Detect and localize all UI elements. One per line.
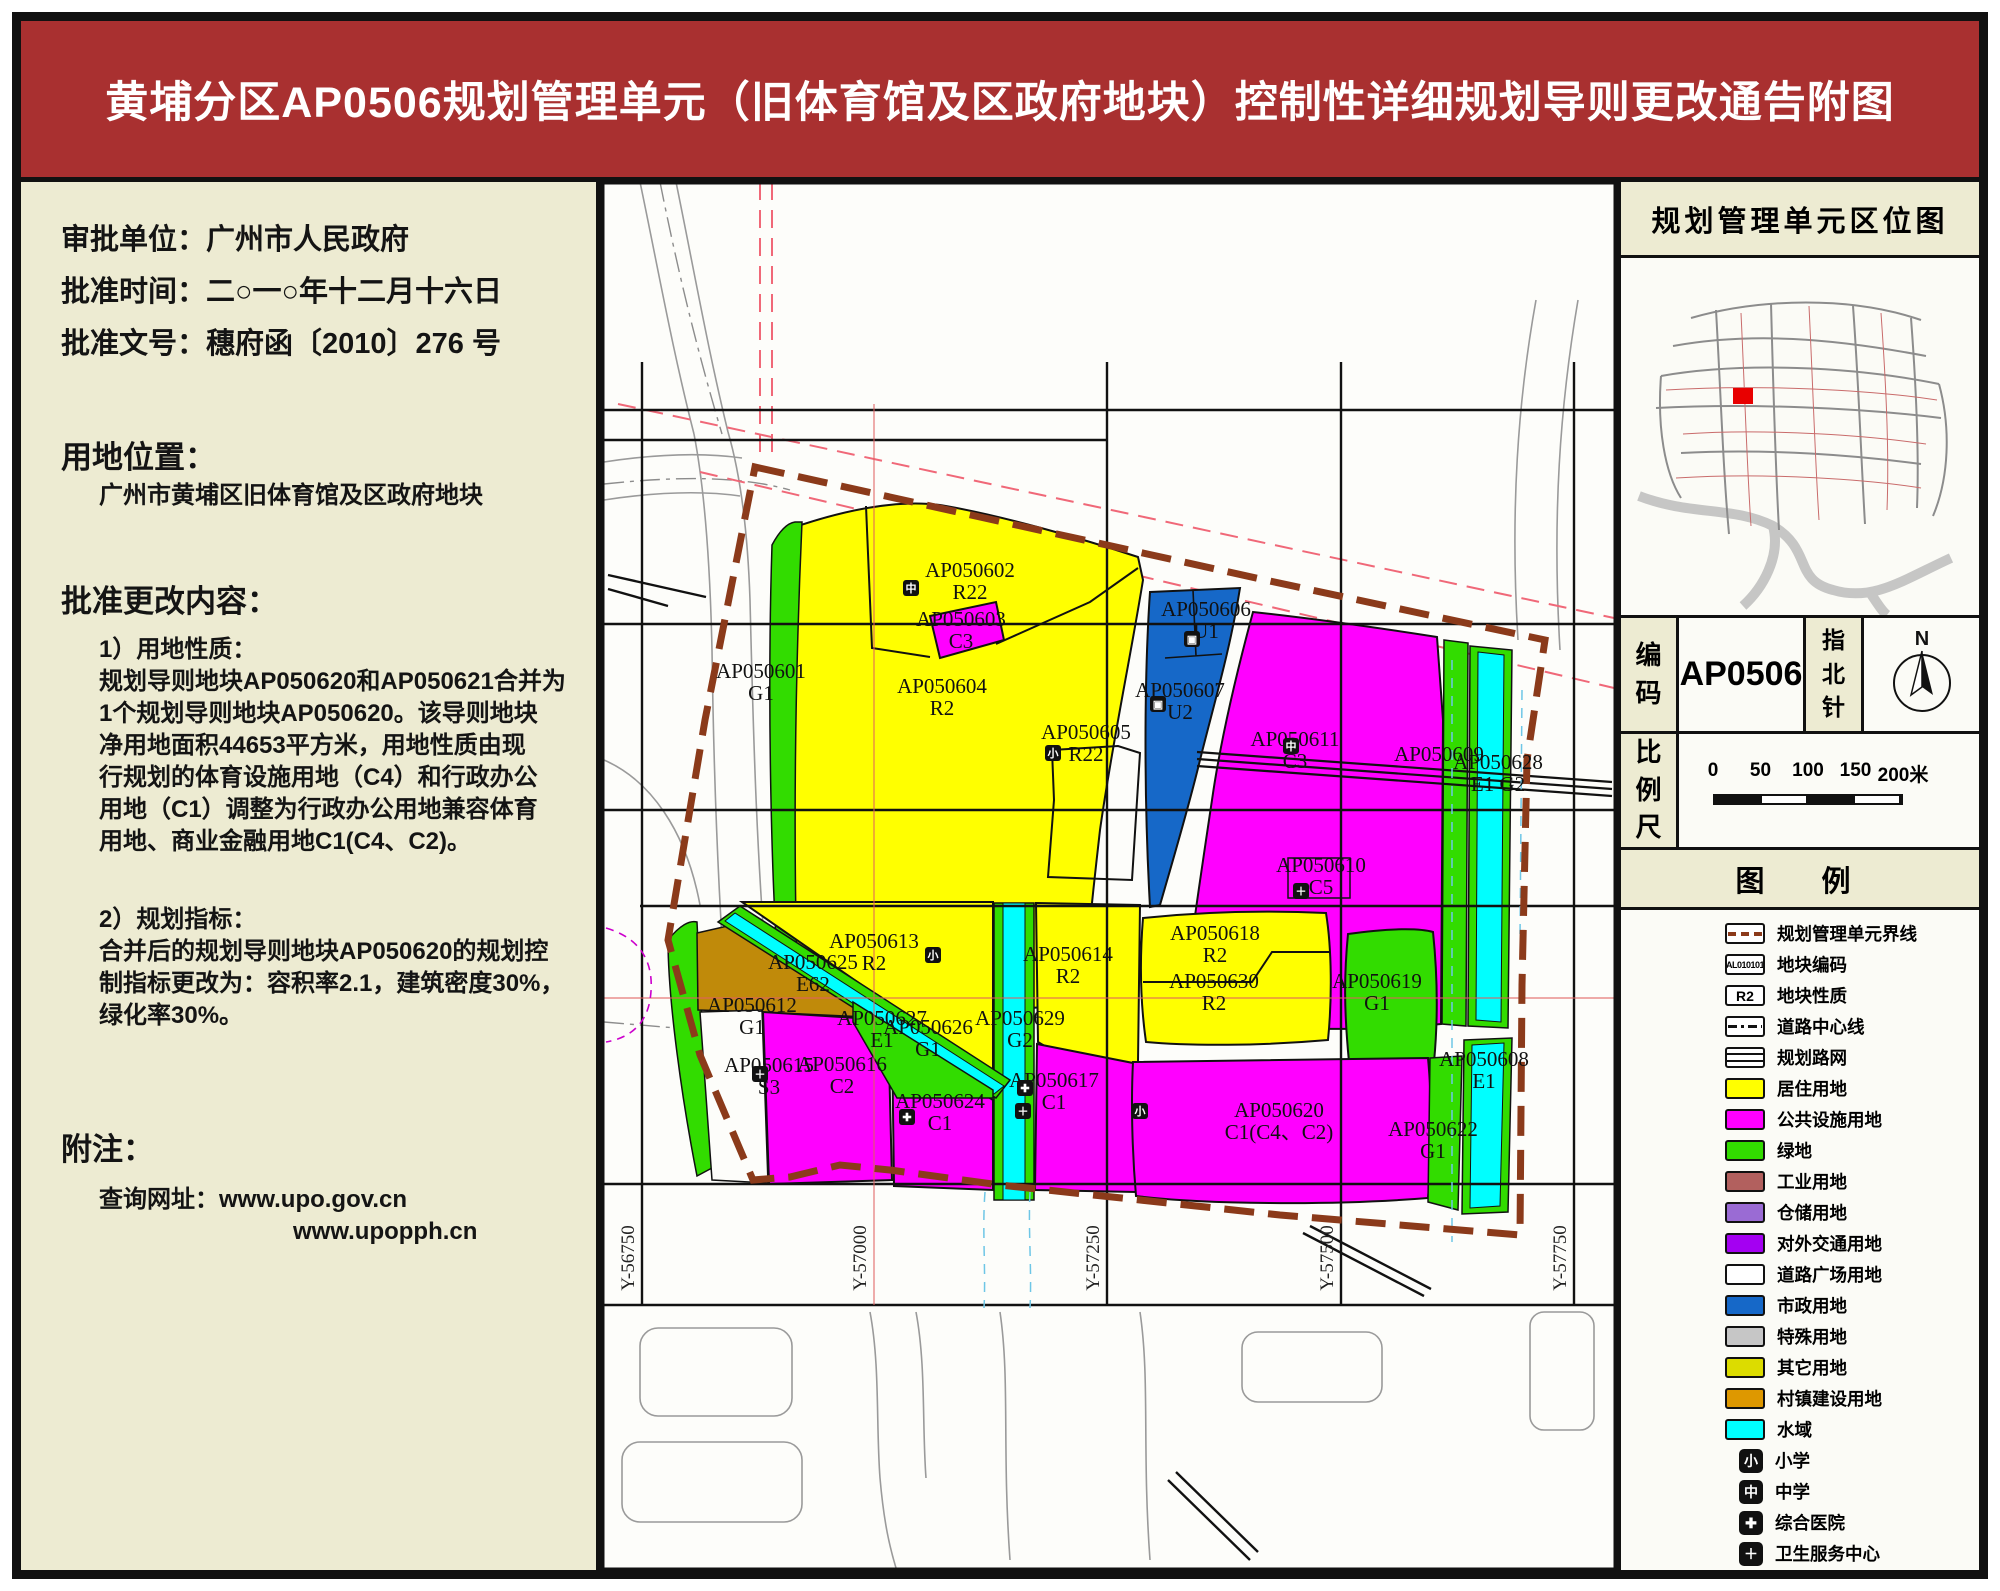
- page-border: [12, 12, 1988, 1579]
- planning-notice-page: 黄埔分区AP0506规划管理单元（旧体育馆及区政府地块）控制性详细规划导则更改通…: [0, 0, 2000, 1591]
